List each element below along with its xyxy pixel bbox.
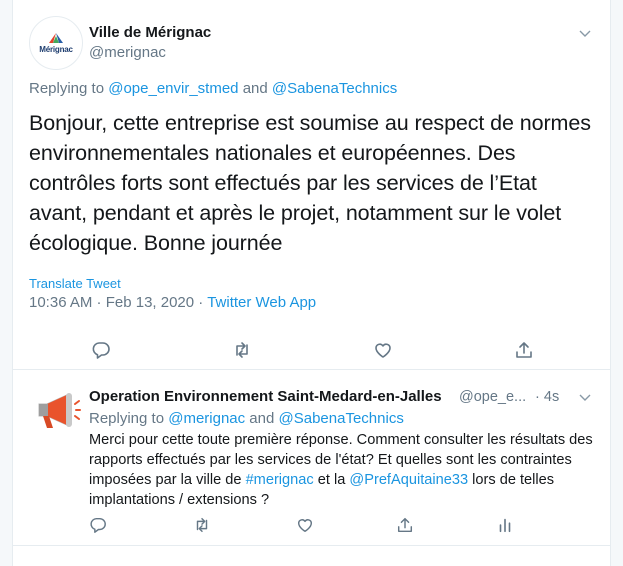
- source-app-link[interactable]: Twitter Web App: [207, 294, 316, 311]
- mention-link[interactable]: @SabenaTechnics: [279, 410, 404, 427]
- tweet-actions: [13, 330, 610, 370]
- analytics-icon[interactable]: [496, 516, 514, 534]
- tweet-text: Bonjour, cette entreprise est soumise au…: [29, 111, 591, 255]
- merignac-logo-icon: [49, 32, 63, 43]
- translate-tweet-link[interactable]: Translate Tweet: [29, 276, 121, 291]
- share-icon[interactable]: [514, 340, 534, 360]
- avatar[interactable]: Mérignac: [29, 16, 83, 70]
- replying-to: Replying to @ope_envir_stmed and @Sabena…: [29, 80, 398, 97]
- like-icon[interactable]: [373, 340, 393, 360]
- megaphone-avatar-icon[interactable]: [33, 386, 81, 434]
- reply-time[interactable]: · 4s: [535, 389, 559, 405]
- timeline-column: Mérignac Ville de Mérignac @merignac Rep…: [12, 0, 611, 566]
- reply-icon[interactable]: [91, 340, 111, 360]
- share-icon[interactable]: [396, 516, 414, 534]
- avatar-logo-text: Mérignac: [39, 44, 73, 54]
- like-icon[interactable]: [296, 516, 314, 534]
- reply-actions: [13, 513, 610, 537]
- mention-link[interactable]: @ope_envir_stmed: [108, 80, 238, 97]
- author-handle[interactable]: @merignac: [89, 44, 166, 61]
- reply-icon[interactable]: [89, 516, 107, 534]
- reply-author-name[interactable]: Operation Environnement Saint-Medard-en-…: [89, 388, 442, 405]
- reply-tweet[interactable]: Operation Environnement Saint-Medard-en-…: [13, 370, 610, 546]
- hashtag-link[interactable]: #merignac: [246, 472, 314, 488]
- main-tweet: Mérignac Ville de Mérignac @merignac Rep…: [13, 0, 610, 370]
- chevron-down-icon[interactable]: [578, 26, 592, 40]
- reply-author-handle[interactable]: @ope_e...: [459, 389, 526, 405]
- chevron-down-icon[interactable]: [578, 390, 592, 404]
- retweet-icon[interactable]: [193, 516, 211, 534]
- author-name[interactable]: Ville de Mérignac: [89, 24, 211, 41]
- mention-link[interactable]: @SabenaTechnics: [272, 80, 397, 97]
- mention-link[interactable]: @PrefAquitaine33: [349, 472, 468, 488]
- mention-link[interactable]: @merignac: [168, 410, 245, 427]
- tweet-timestamp[interactable]: 10:36 AM · Feb 13, 2020: [29, 294, 194, 311]
- reply-text: Merci pour cette toute première réponse.…: [89, 432, 593, 508]
- tweet-meta: 10:36 AM · Feb 13, 2020 · Twitter Web Ap…: [29, 294, 317, 311]
- reply-replying-to: Replying to @merignac and @SabenaTechnic…: [89, 410, 404, 427]
- retweet-icon[interactable]: [232, 340, 252, 360]
